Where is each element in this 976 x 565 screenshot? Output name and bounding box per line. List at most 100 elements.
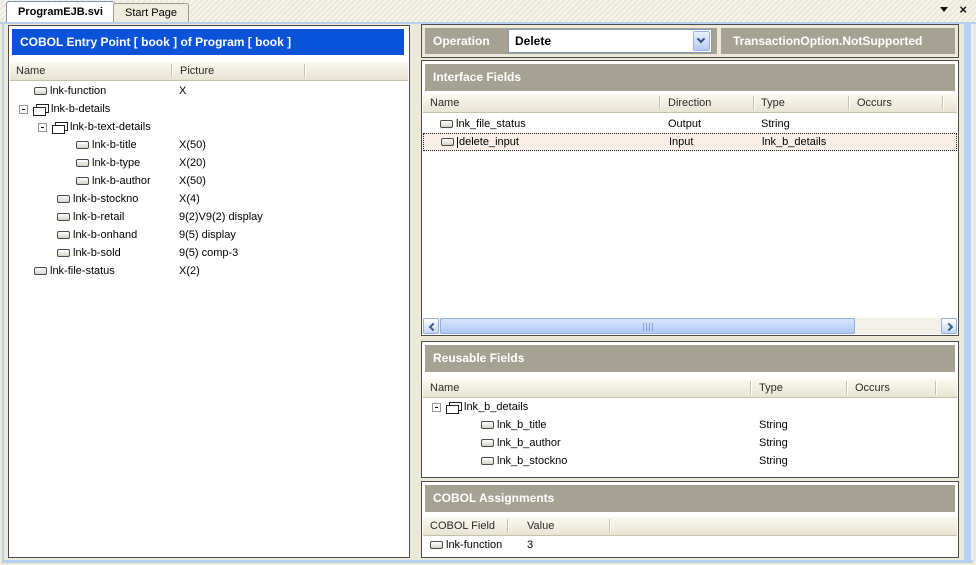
column-divider[interactable] <box>507 519 508 533</box>
field-icon <box>481 457 494 465</box>
field-icon <box>440 120 453 128</box>
dropdown-button[interactable] <box>693 31 710 51</box>
group-icon <box>33 104 48 115</box>
scroll-left-icon[interactable] <box>423 318 439 334</box>
section-title: COBOL Assignments <box>425 485 955 512</box>
window-border-right <box>964 24 973 561</box>
tree-row[interactable]: lnk-b-stockno X(4) <box>10 190 408 208</box>
editor-tab-strip: ProgramEJB.svi Start Page × <box>0 0 976 22</box>
column-divider[interactable] <box>753 96 754 110</box>
column-type[interactable]: Type <box>759 379 783 397</box>
tree-row[interactable]: lnk-file-status X(2) <box>10 262 408 280</box>
cobol-assignments-section: COBOL Assignments COBOL Field Value lnk-… <box>421 481 959 558</box>
field-icon <box>57 195 70 203</box>
field-icon <box>76 141 89 149</box>
collapse-icon[interactable] <box>432 403 441 412</box>
field-icon <box>481 439 494 447</box>
field-icon <box>76 177 89 185</box>
table-row[interactable]: lnk_file_status Output String <box>423 115 957 133</box>
tree-row[interactable]: lnk-b-title X(50) <box>10 136 408 154</box>
column-divider[interactable] <box>750 381 751 395</box>
tree-row[interactable]: lnk_b_author String <box>423 434 957 452</box>
group-icon <box>52 122 67 133</box>
tree-row[interactable]: lnk_b_details <box>423 398 957 416</box>
interface-fields-table: lnk_file_status Output String delete_inp… <box>423 115 957 151</box>
column-divider[interactable] <box>942 96 943 110</box>
column-divider[interactable] <box>609 519 610 533</box>
column-type[interactable]: Type <box>761 94 785 112</box>
collapse-icon[interactable] <box>19 105 28 114</box>
field-icon <box>76 159 89 167</box>
cobol-entry-point-panel: COBOL Entry Point [ book ] of Program [ … <box>8 25 410 558</box>
reusable-fields-table: lnk_b_details lnk_b_title String lnk_b_a… <box>423 398 957 470</box>
field-icon <box>57 213 70 221</box>
field-icon <box>57 231 70 239</box>
column-divider[interactable] <box>304 64 305 78</box>
scrollbar-thumb[interactable] <box>440 318 855 334</box>
tree-row[interactable]: lnk-b-onhand 9(5) display <box>10 226 408 244</box>
section-title: Interface Fields <box>425 64 955 91</box>
horizontal-scrollbar[interactable] <box>423 318 957 334</box>
tab-label: Start Page <box>125 7 177 19</box>
table-row[interactable]: lnk-function 3 <box>423 536 957 554</box>
view-menu-icon[interactable] <box>940 7 948 12</box>
column-value[interactable]: Value <box>527 517 554 535</box>
tab-label: ProgramEJB.svi <box>18 6 103 18</box>
section-title: Reusable Fields <box>425 345 955 372</box>
column-divider[interactable] <box>846 381 847 395</box>
column-cobol-field[interactable]: COBOL Field <box>430 517 495 535</box>
field-icon <box>481 421 494 429</box>
interface-fields-column-header: Name Direction Type Occurs <box>423 94 957 113</box>
column-divider[interactable] <box>848 96 849 110</box>
tree-row[interactable]: lnk-b-author X(50) <box>10 172 408 190</box>
column-name[interactable]: Name <box>430 94 459 112</box>
column-name[interactable]: Name <box>16 62 45 80</box>
column-picture[interactable]: Picture <box>180 62 214 80</box>
tree-row[interactable]: lnk-b-retail 9(2)V9(2) display <box>10 208 408 226</box>
reusable-fields-column-header: Name Type Occurs <box>423 379 957 398</box>
field-icon <box>34 267 47 275</box>
tab-programejb-svi[interactable]: ProgramEJB.svi <box>6 1 115 22</box>
window-border-bottom <box>2 560 973 563</box>
cobol-tree: lnk-function X lnk-b-details lnk-b-text-… <box>10 82 408 280</box>
operation-selected-value: Delete <box>509 30 711 52</box>
tab-start-page[interactable]: Start Page <box>113 3 189 22</box>
transaction-option-label: TransactionOption.NotSupported <box>721 28 955 54</box>
tree-row[interactable]: lnk-b-sold 9(5) comp-3 <box>10 244 408 262</box>
window-border-left <box>2 24 4 561</box>
column-name[interactable]: Name <box>430 379 459 397</box>
column-divider[interactable] <box>171 64 172 78</box>
operation-bar: Operation Delete TransactionOption.NotSu… <box>421 24 959 58</box>
editor-controls: × <box>940 4 967 15</box>
column-occurs[interactable]: Occurs <box>857 94 892 112</box>
text-caret <box>457 137 458 148</box>
column-divider[interactable] <box>935 381 936 395</box>
cobol-assignments-table: lnk-function 3 <box>423 536 957 554</box>
tree-row[interactable]: lnk-function X <box>10 82 408 100</box>
chevron-down-icon <box>697 35 705 43</box>
field-icon <box>57 249 70 257</box>
tree-column-header: Name Picture <box>10 62 408 81</box>
interface-fields-section: Interface Fields Name Direction Type Occ… <box>421 60 959 336</box>
group-icon <box>446 402 461 413</box>
tree-row[interactable]: lnk_b_stockno String <box>423 452 957 470</box>
column-divider[interactable] <box>659 96 660 110</box>
editor-content: COBOL Entry Point [ book ] of Program [ … <box>0 22 976 565</box>
scroll-right-icon[interactable] <box>941 318 957 334</box>
field-icon <box>441 138 454 146</box>
tree-row[interactable]: lnk-b-type X(20) <box>10 154 408 172</box>
field-icon <box>34 87 47 95</box>
table-row-selected[interactable]: delete_input Input lnk_b_details <box>423 133 957 151</box>
reusable-fields-section: Reusable Fields Name Type Occurs lnk_b_d… <box>421 341 959 478</box>
close-icon[interactable]: × <box>959 4 967 15</box>
column-occurs[interactable]: Occurs <box>855 379 890 397</box>
panel-title: COBOL Entry Point [ book ] of Program [ … <box>12 29 404 55</box>
field-icon <box>430 541 443 549</box>
tree-row[interactable]: lnk-b-details <box>10 100 408 118</box>
tree-row[interactable]: lnk_b_title String <box>423 416 957 434</box>
tree-row[interactable]: lnk-b-text-details <box>10 118 408 136</box>
collapse-icon[interactable] <box>38 123 47 132</box>
cobol-assignments-column-header: COBOL Field Value <box>423 517 957 536</box>
column-direction[interactable]: Direction <box>668 94 711 112</box>
operation-select[interactable]: Delete <box>508 29 712 53</box>
